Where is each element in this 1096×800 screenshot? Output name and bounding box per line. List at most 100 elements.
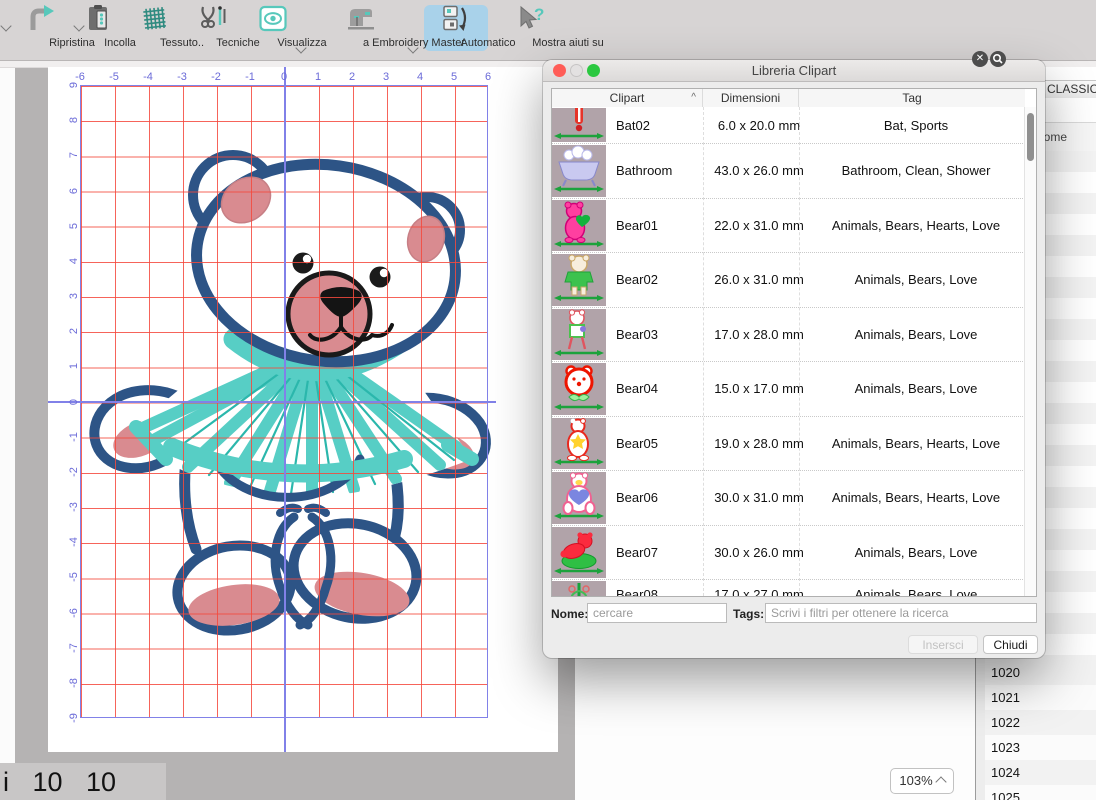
- clipart-dimensions: 15.0 x 17.0 mm: [711, 362, 807, 416]
- libreria-clipart-dialog: Libreria Clipart Clipart ^ Dimensioni Ta…: [543, 60, 1045, 658]
- x-axis-label: 6: [485, 71, 491, 83]
- clipart-dimensions: 17.0 x 27.0 mm: [711, 580, 807, 596]
- clipart-tags: Animals, Bears, Hearts, Love: [807, 199, 1025, 253]
- thread-number-row[interactable]: 1022: [985, 710, 1096, 735]
- left-panel-edge: [0, 67, 15, 800]
- toolbar-item-incolla[interactable]: Incolla: [76, 0, 120, 56]
- thread-number: 1020: [991, 665, 1020, 680]
- x-axis-label: -4: [143, 71, 153, 83]
- application-window: Ripristina Incolla Tessuto.. Tecniche: [0, 0, 1096, 800]
- clipart-row[interactable]: Bat02 6.0 x 20.0 mm Bat, Sports: [552, 107, 1025, 144]
- toolbar-item-visualizza[interactable]: Visualizza: [244, 0, 302, 56]
- table-scrollbar-thumb[interactable]: [1027, 113, 1034, 161]
- clipart-name: Bathroom: [608, 144, 711, 198]
- thread-number-row[interactable]: 1023: [985, 735, 1096, 760]
- main-toolbar: Ripristina Incolla Tessuto.. Tecniche: [0, 0, 1096, 61]
- zoom-circle-icon[interactable]: [990, 51, 1006, 67]
- thread-number-row[interactable]: 1024: [985, 760, 1096, 785]
- clipart-row[interactable]: Bear07 30.0 x 26.0 mm Animals, Bears, Lo…: [552, 526, 1025, 581]
- toolbar-item-automatico[interactable]: Automatico: [424, 0, 488, 56]
- clipart-tags: Animals, Bears, Hearts, Love: [807, 471, 1025, 525]
- thread-number: 1024: [991, 765, 1020, 780]
- x-axis-label: -5: [109, 71, 119, 83]
- clipart-name: Bear07: [608, 526, 711, 580]
- clipart-tags: Bathroom, Clean, Shower: [807, 144, 1025, 198]
- clipart-name: Bear03: [608, 308, 711, 362]
- paste-clipboard-icon: [85, 5, 111, 33]
- y-axis-label: -3: [68, 502, 80, 512]
- x-axis-label: 1: [315, 71, 321, 83]
- thread-number: 1023: [991, 740, 1020, 755]
- table-scrollbar[interactable]: [1024, 107, 1036, 596]
- bear04-thumb-icon: [552, 363, 606, 415]
- y-axis-label: -6: [68, 608, 80, 618]
- y-axis-label: 8: [68, 117, 80, 123]
- teddy-bear-design[interactable]: [48, 67, 558, 752]
- toolbar-item-ripristina[interactable]: Ripristina: [10, 0, 72, 56]
- x-axis-label: -3: [177, 71, 187, 83]
- dialog-title: Libreria Clipart: [752, 63, 837, 78]
- bear08-thumb-icon: [552, 581, 606, 596]
- y-axis-label: 2: [68, 328, 80, 334]
- clipart-name: Bear08: [608, 580, 711, 596]
- close-circle-icon[interactable]: ✕: [972, 51, 988, 67]
- column-header-clipart[interactable]: Clipart ^: [552, 89, 703, 107]
- close-window-button[interactable]: [553, 64, 566, 77]
- minimize-window-button[interactable]: [570, 64, 583, 77]
- y-axis-label: -5: [68, 572, 80, 582]
- x-axis-label: 5: [451, 71, 457, 83]
- embroidery-page[interactable]: -6-5-4-3-2-10123456 9876543210-1-2-3-4-5…: [48, 67, 558, 752]
- fabric-grid-icon: [141, 5, 167, 33]
- zoom-level-button[interactable]: 103%: [890, 768, 954, 794]
- y-axis-label: -7: [68, 643, 80, 653]
- column-header-dimensioni[interactable]: Dimensioni: [703, 89, 799, 107]
- x-axis-label: 2: [349, 71, 355, 83]
- y-axis-label: -1: [68, 432, 80, 442]
- clipart-row[interactable]: Bathroom 43.0 x 26.0 mm Bathroom, Clean,…: [552, 144, 1025, 199]
- clipart-row[interactable]: Bear01 22.0 x 31.0 mm Animals, Bears, He…: [552, 199, 1025, 254]
- toolbar-item-mostra-aiuti[interactable]: ? Mostra aiuti su: [494, 0, 568, 56]
- clipart-row[interactable]: Bear06 30.0 x 31.0 mm Animals, Bears, He…: [552, 471, 1025, 526]
- clipart-row[interactable]: Bear02 26.0 x 31.0 mm Animals, Bears, Lo…: [552, 253, 1025, 308]
- clipart-name: Bear02: [608, 253, 711, 307]
- table-body: Bat02 6.0 x 20.0 mm Bat, Sports Bathroom…: [552, 107, 1025, 596]
- close-button[interactable]: Chiudi: [983, 635, 1038, 654]
- thread-number-row[interactable]: 1025: [985, 785, 1096, 800]
- bear01-thumb-icon: [552, 200, 606, 252]
- bear03-thumb-icon: [552, 309, 606, 361]
- clipart-tags: Animals, Bears, Love: [807, 253, 1025, 307]
- toolbar-item-tecniche[interactable]: Tecniche: [186, 0, 238, 56]
- clipart-name: Bear06: [608, 471, 711, 525]
- status-badge: i 10 10: [0, 763, 166, 800]
- toolbar-item-tessuto[interactable]: Tessuto..: [126, 0, 182, 56]
- bear05-thumb-icon: [552, 418, 606, 470]
- x-axis-label: 3: [383, 71, 389, 83]
- thread-number: 1025: [991, 790, 1020, 800]
- clipart-dimensions: 30.0 x 26.0 mm: [711, 526, 807, 580]
- x-axis-label: 0: [281, 71, 287, 83]
- view-eye-icon: [259, 5, 287, 33]
- clipart-dimensions: 26.0 x 31.0 mm: [711, 253, 807, 307]
- clipart-name: Bear05: [608, 417, 711, 471]
- thread-number-row[interactable]: 1020: [985, 660, 1096, 685]
- clipart-row[interactable]: Bear05 19.0 x 28.0 mm Animals, Bears, He…: [552, 417, 1025, 472]
- x-axis-label: -2: [211, 71, 221, 83]
- name-search-input[interactable]: [587, 603, 727, 623]
- column-header-tag[interactable]: Tag: [799, 89, 1025, 107]
- table-header-row: Clipart ^ Dimensioni Tag: [552, 89, 1025, 108]
- y-axis-label: 5: [68, 223, 80, 229]
- tags-field-label: Tags:: [733, 607, 764, 621]
- name-field-label: Nome:: [551, 607, 588, 621]
- clipart-name: Bear01: [608, 199, 711, 253]
- maximize-window-button[interactable]: [587, 64, 600, 77]
- clipart-row[interactable]: Bear04 15.0 x 17.0 mm Animals, Bears, Lo…: [552, 362, 1025, 417]
- y-axis-label: 9: [68, 82, 80, 88]
- thread-number-row[interactable]: 1021: [985, 685, 1096, 710]
- clipart-row[interactable]: Bear03 17.0 x 28.0 mm Animals, Bears, Lo…: [552, 308, 1025, 363]
- toolbar-item-embroidery-master[interactable]: a Embroidery Master: [308, 0, 414, 56]
- y-axis-label: 6: [68, 187, 80, 193]
- tags-filter-input[interactable]: [765, 603, 1037, 623]
- clipart-row[interactable]: Bear08 17.0 x 27.0 mm Animals, Bears, Lo…: [552, 580, 1025, 596]
- dialog-titlebar[interactable]: Libreria Clipart: [543, 60, 1045, 82]
- auto-sequence-icon: [441, 5, 471, 33]
